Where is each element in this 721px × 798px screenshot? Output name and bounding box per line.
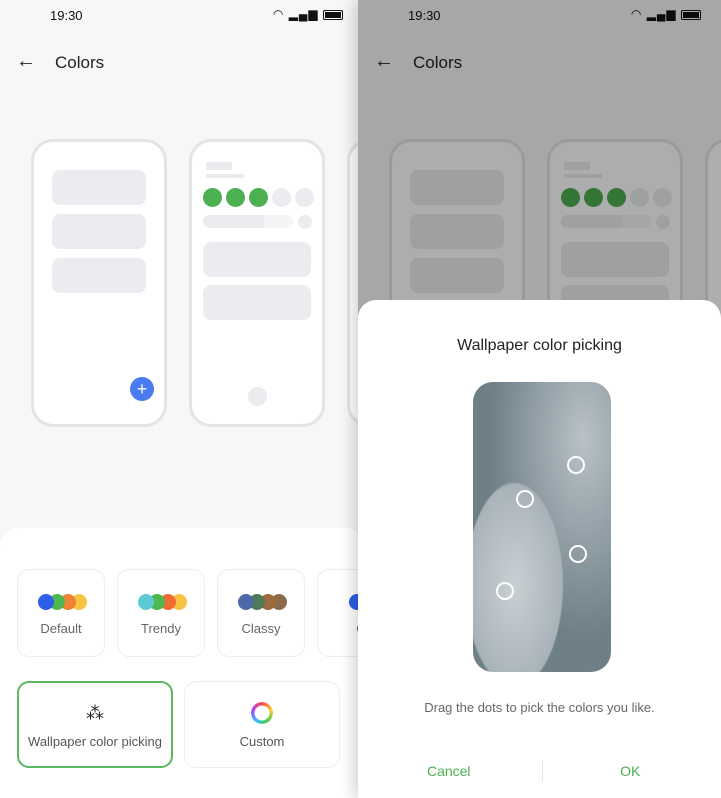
dialog-hint: Drag the dots to pick the colors you lik… xyxy=(424,700,655,715)
picker-dot[interactable] xyxy=(496,582,514,600)
ok-button[interactable]: OK xyxy=(540,763,721,779)
colors-screen: 19:30 ◠ ▂▄▆ ← Colors + Default Trendy Cl… xyxy=(0,0,363,798)
wifi-icon: ◠ xyxy=(272,7,285,21)
palette-swatch xyxy=(37,594,54,610)
theme-classy[interactable]: Classy xyxy=(217,569,305,657)
status-time: 19:30 xyxy=(50,8,83,23)
theme-default[interactable]: Default xyxy=(17,569,105,657)
status-icons: ◠ ▂▄▆ xyxy=(273,7,343,21)
picker-dot[interactable] xyxy=(567,456,585,474)
theme-trendy[interactable]: Trendy xyxy=(117,569,205,657)
dialog-title: Wallpaper color picking xyxy=(457,337,622,354)
picker-dot[interactable] xyxy=(569,545,587,563)
add-fab-icon: + xyxy=(130,377,154,401)
color-wheel-icon xyxy=(251,702,273,724)
preview-phone-2 xyxy=(189,139,325,427)
wallpaper-preview xyxy=(473,382,611,672)
signal-icon: ▂▄▆ xyxy=(288,7,319,21)
custom-option[interactable]: Custom xyxy=(184,681,340,768)
theme-partial[interactable]: C xyxy=(317,569,363,657)
preview-phone-1: + xyxy=(31,139,167,427)
magic-wand-icon: ⁂ xyxy=(86,703,104,723)
palette-swatch xyxy=(237,594,254,610)
picker-dot[interactable] xyxy=(516,490,534,508)
cancel-button[interactable]: Cancel xyxy=(358,763,540,779)
palette-swatch xyxy=(137,594,154,610)
back-button[interactable]: ← xyxy=(16,50,36,73)
wallpaper-picker-dialog: Wallpaper color picking Drag the dots to… xyxy=(358,300,721,798)
page-title: Colors xyxy=(55,53,105,72)
wallpaper-color-picking-option[interactable]: ⁂ Wallpaper color picking xyxy=(17,681,173,768)
battery-icon xyxy=(323,9,343,20)
colors-screen-dimmed: 19:30 ◠ ▂▄▆ ← Colors + Wallpaper color p… xyxy=(358,0,721,798)
theme-panel: Default Trendy Classy C ⁂ Wallpaper colo… xyxy=(0,528,363,798)
